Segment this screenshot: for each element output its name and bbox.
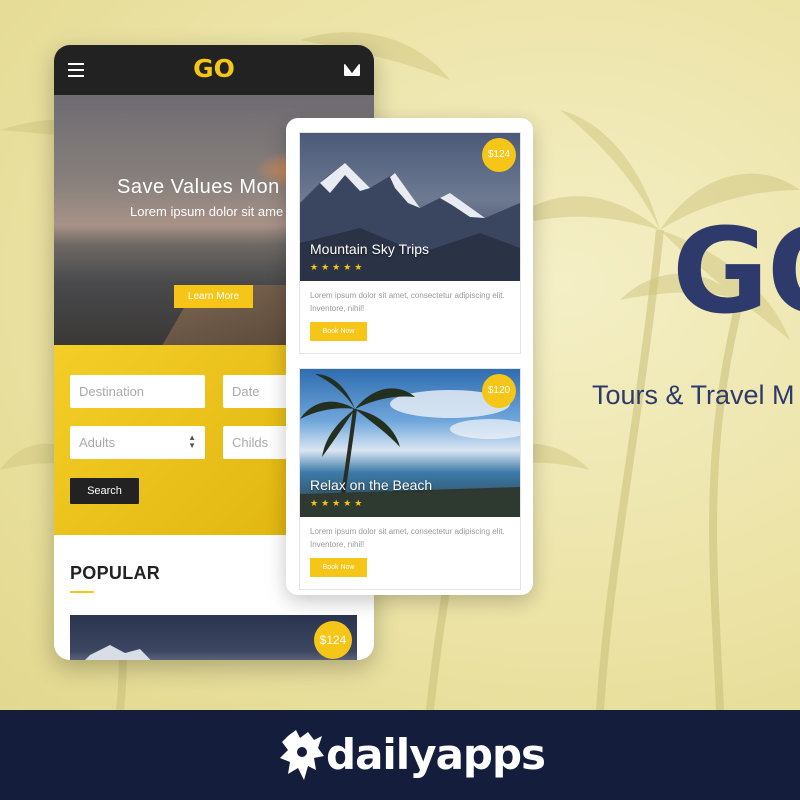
search-button[interactable]: Search bbox=[70, 478, 139, 504]
book-now-button[interactable]: Book Now bbox=[310, 558, 367, 577]
book-now-button[interactable]: Book Now bbox=[310, 322, 367, 341]
app-logo: GO bbox=[193, 54, 235, 83]
brand-title: GO bbox=[672, 202, 800, 340]
footer-bar: dailyapps bbox=[0, 710, 800, 800]
price-badge: $124 bbox=[314, 621, 352, 659]
card-title: Relax on the Beach bbox=[310, 477, 433, 493]
dailyapps-logo-icon bbox=[280, 730, 324, 780]
heading-underline bbox=[70, 591, 94, 593]
adults-placeholder: Adults bbox=[79, 435, 116, 450]
hero-subtitle: Lorem ipsum dolor sit ame bbox=[130, 204, 284, 219]
rating-stars: ★★★★★ bbox=[310, 262, 366, 272]
hero-title: Save Values Mon bbox=[117, 176, 280, 198]
destination-input[interactable]: Destination bbox=[70, 375, 205, 408]
mail-icon[interactable] bbox=[344, 64, 360, 76]
popular-card[interactable]: $124 bbox=[70, 615, 357, 660]
card-description: Lorem ipsum dolor sit amet, consectetur … bbox=[310, 291, 505, 313]
price-badge: $120 bbox=[482, 374, 516, 408]
brand-tagline: Tours & Travel M bbox=[592, 380, 795, 410]
stepper-icon[interactable]: ▲ ▼ bbox=[188, 434, 196, 450]
rating-stars: ★★★★★ bbox=[310, 498, 366, 508]
popular-heading: POPULAR bbox=[70, 563, 161, 583]
card-title: Mountain Sky Trips bbox=[310, 241, 430, 257]
adults-input[interactable]: Adults ▲ ▼ bbox=[70, 426, 205, 459]
learn-more-button[interactable]: Learn More bbox=[174, 285, 253, 308]
beach-image: $120 Relax on the Beach ★★★★★ bbox=[300, 369, 520, 517]
tour-cards-panel: $124 Mountain Sky Trips ★★★★★ Lorem ipsu… bbox=[286, 118, 533, 595]
price-badge: $124 bbox=[482, 138, 516, 172]
app-header: GO bbox=[54, 45, 374, 95]
footer-brand: dailyapps bbox=[326, 730, 546, 779]
tour-card[interactable]: $124 Mountain Sky Trips ★★★★★ Lorem ipsu… bbox=[299, 132, 521, 354]
mountain-image: $124 Mountain Sky Trips ★★★★★ bbox=[300, 133, 520, 281]
tour-card[interactable]: $120 Relax on the Beach ★★★★★ Lorem ipsu… bbox=[299, 368, 521, 590]
card-description: Lorem ipsum dolor sit amet, consectetur … bbox=[310, 527, 505, 549]
